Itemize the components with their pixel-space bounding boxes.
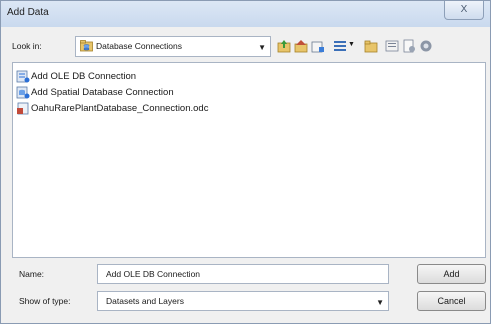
view-menu-arrow-icon[interactable]: ▼ bbox=[348, 41, 355, 48]
title-bar: Add Data X bbox=[1, 1, 490, 27]
catalog-icon[interactable] bbox=[419, 39, 433, 53]
name-input-value: Add OLE DB Connection bbox=[106, 269, 201, 279]
window-title: Add Data bbox=[7, 7, 49, 18]
odc-file-icon bbox=[17, 102, 29, 115]
chevron-down-icon: ▼ bbox=[376, 298, 384, 307]
database-connections-icon bbox=[80, 40, 93, 52]
look-in-dropdown[interactable]: Database Connections ▼ bbox=[75, 36, 271, 57]
ole-db-connection-icon bbox=[16, 70, 30, 83]
cancel-button[interactable]: Cancel bbox=[417, 291, 486, 311]
show-of-type-label: Show of type: bbox=[19, 296, 71, 306]
show-of-type-value: Datasets and Layers bbox=[106, 296, 184, 306]
close-button[interactable]: X bbox=[444, 1, 484, 20]
show-of-type-dropdown[interactable]: Datasets and Layers ▼ bbox=[97, 291, 389, 311]
up-one-level-icon[interactable] bbox=[277, 39, 291, 53]
options-icon[interactable] bbox=[402, 39, 416, 53]
name-input[interactable]: Add OLE DB Connection bbox=[97, 264, 389, 284]
list-item-label: Add Spatial Database Connection bbox=[31, 87, 174, 98]
add-button[interactable]: Add bbox=[417, 264, 486, 284]
connect-folder-icon[interactable] bbox=[311, 39, 325, 53]
look-in-label: Look in: bbox=[12, 41, 42, 51]
list-item-label: OahuRarePlantDatabase_Connection.odc bbox=[31, 103, 209, 114]
home-icon[interactable] bbox=[294, 39, 308, 53]
chevron-down-icon: ▼ bbox=[258, 43, 266, 52]
file-list[interactable]: Add OLE DB Connection Add Spatial Databa… bbox=[12, 62, 486, 258]
view-menu-icon[interactable] bbox=[333, 39, 347, 53]
look-in-value: Database Connections bbox=[96, 41, 183, 51]
list-item-label: Add OLE DB Connection bbox=[31, 71, 137, 82]
name-label: Name: bbox=[19, 269, 45, 279]
spatial-db-connection-icon bbox=[16, 86, 30, 99]
add-data-dialog: Add Data X Look in: Database Connections… bbox=[0, 0, 491, 324]
new-folder-icon[interactable] bbox=[364, 39, 378, 53]
details-icon[interactable] bbox=[385, 39, 399, 53]
